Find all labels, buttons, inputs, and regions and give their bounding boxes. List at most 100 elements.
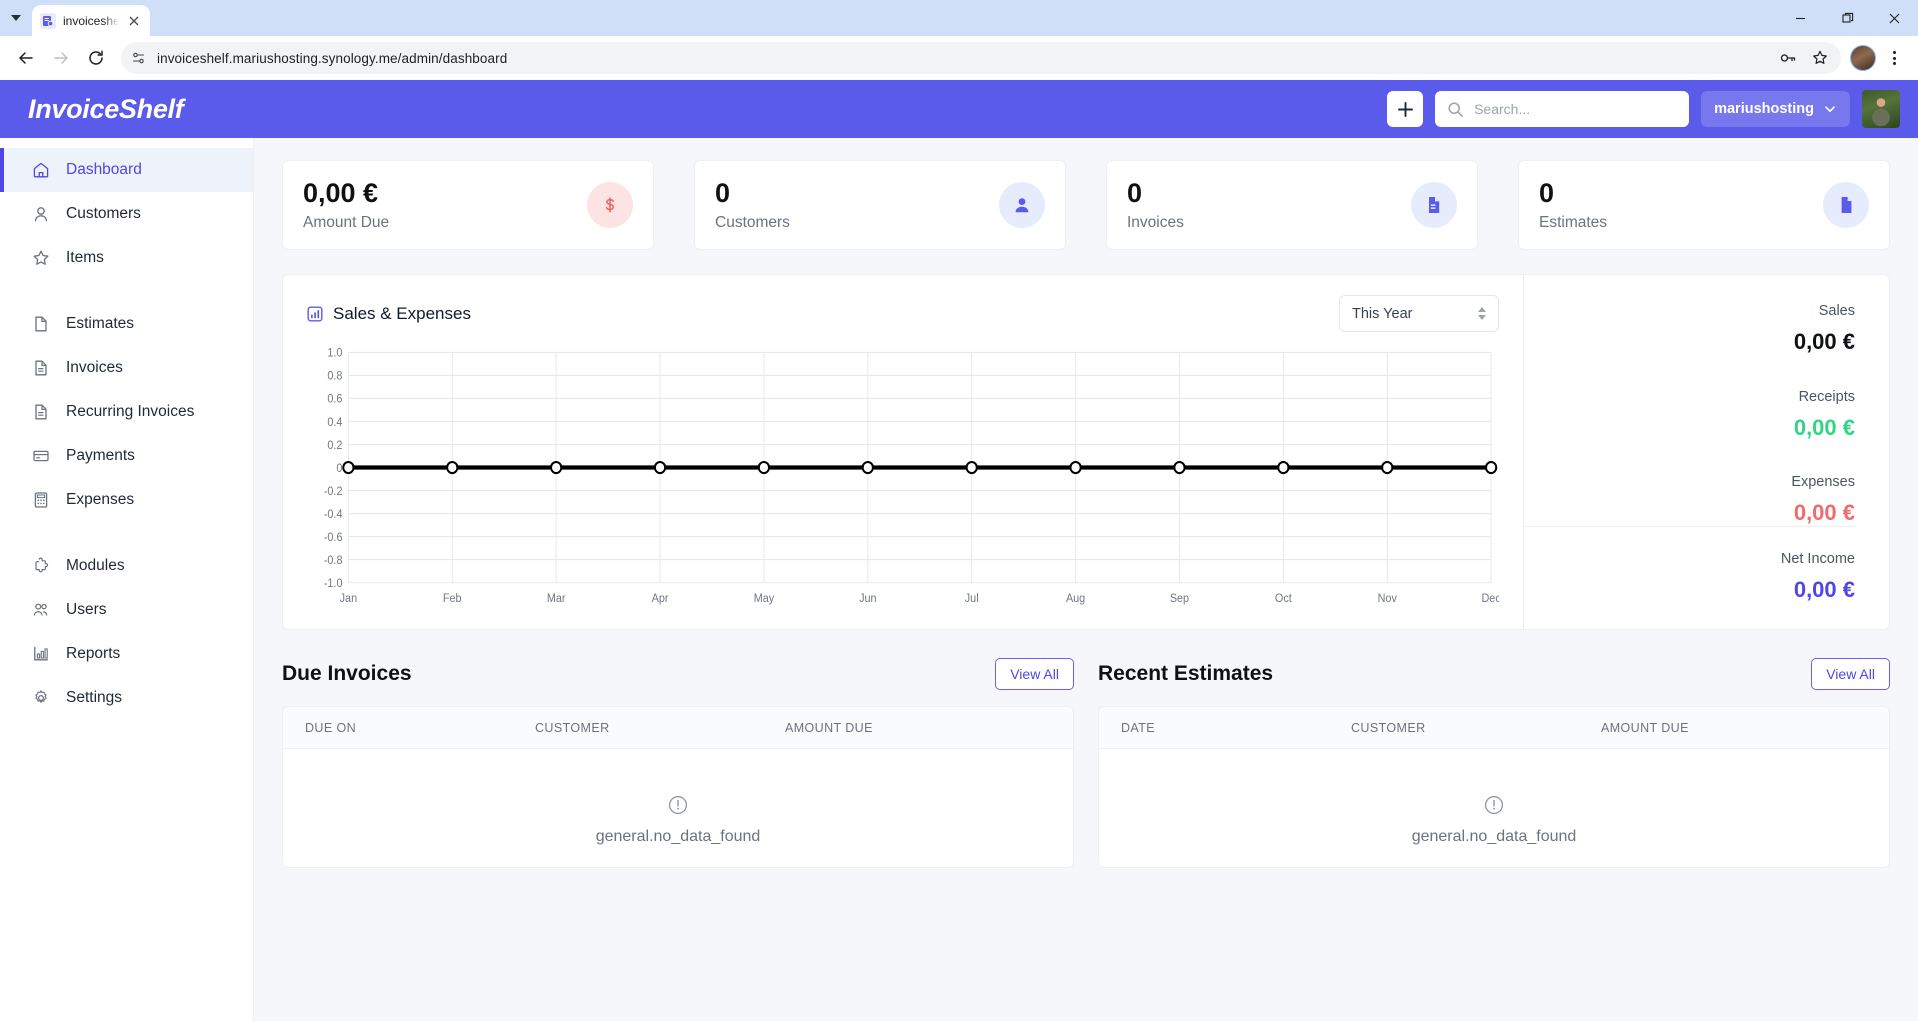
sidebar-item-label: Payments [66,447,135,465]
invoice-icon [1411,182,1457,228]
sidebar-item-modules[interactable]: Modules [0,544,253,588]
sidebar-item-recurring-invoices[interactable]: Recurring Invoices [0,390,253,434]
sidebar-item-estimates[interactable]: Estimates [0,302,253,346]
key-icon[interactable] [1779,49,1797,67]
period-select[interactable]: This Year [1339,295,1499,332]
table-header: DUE ON CUSTOMER AMOUNT DUE [283,707,1073,749]
tab-title: invoiceshelf [63,14,119,28]
sidebar-item-label: Recurring Invoices [66,403,194,421]
sidebar-item-label: Reports [66,645,120,663]
stat-card-estimates[interactable]: 0 Estimates [1518,160,1890,250]
browser-tab[interactable]: invoiceshelf [32,5,150,36]
forward-arrow-icon[interactable] [45,42,77,74]
browser-toolbar: invoiceshelf.mariushosting.synology.me/a… [0,36,1918,80]
sidebar-item-users[interactable]: Users [0,588,253,632]
bar-chart-icon [307,306,323,322]
reload-icon[interactable] [80,42,112,74]
stat-card-invoices[interactable]: 0 Invoices [1106,160,1478,250]
close-icon[interactable] [1871,0,1918,36]
dashboard-main: 0,00 € Amount Due 0 Customers [254,138,1918,1021]
sidebar-item-settings[interactable]: Settings [0,676,253,720]
sidebar-group-main: Dashboard Customers Items [0,148,253,302]
due-invoices-section: Due Invoices View All DUE ON CUSTOMER AM… [282,656,1074,868]
minimize-icon[interactable] [1777,0,1824,36]
chart-summary: Sales 0,00 € Receipts 0,00 € Expenses 0,… [1523,275,1889,629]
recent-estimates-section: Recent Estimates View All DATE CUSTOMER … [1098,656,1890,868]
profile-avatar[interactable] [1850,45,1876,71]
empty-state: general.no_data_found [1099,749,1889,867]
section-title: Recent Estimates [1098,662,1273,686]
stat-label: Amount Due [303,214,389,232]
column-header: DUE ON [305,721,535,735]
due-invoices-table: DUE ON CUSTOMER AMOUNT DUE general.no_da… [282,706,1074,868]
document-icon [31,315,50,334]
summary-value: 0,00 € [1524,415,1855,441]
chart-svg [307,346,1499,619]
sidebar-item-customers[interactable]: Customers [0,192,253,236]
stat-label: Estimates [1539,214,1607,232]
stat-label: Invoices [1127,214,1184,232]
star-icon[interactable] [1811,49,1829,67]
user-icon [999,182,1045,228]
summary-sales: Sales 0,00 € [1524,289,1855,355]
back-arrow-icon[interactable] [10,42,42,74]
add-new-button[interactable] [1387,91,1423,127]
search-input[interactable] [1474,101,1677,117]
sidebar-item-label: Customers [66,205,141,223]
column-header: DATE [1121,721,1351,735]
browser-tabstrip: invoiceshelf [0,0,1918,36]
user-avatar[interactable] [1862,90,1900,128]
invoice-icon [31,359,50,378]
sidebar-item-label: Items [66,249,104,267]
gear-icon [31,689,50,708]
summary-net-income: Net Income 0,00 € [1524,526,1855,629]
sidebar-item-reports[interactable]: Reports [0,632,253,676]
empty-state-text: general.no_data_found [596,828,761,846]
sidebar-item-label: Expenses [66,491,134,509]
empty-state: general.no_data_found [283,749,1073,867]
user-menu-button[interactable]: mariushosting [1701,91,1850,127]
summary-value: 0,00 € [1524,329,1855,355]
exclamation-circle-icon [667,794,689,816]
summary-expenses: Expenses 0,00 € [1524,460,1855,526]
bar-chart-icon [31,645,50,664]
column-header: AMOUNT DUE [785,721,1073,735]
calculator-icon [31,491,50,510]
url-text: invoiceshelf.mariushosting.synology.me/a… [157,51,1769,66]
app-logo[interactable]: InvoiceShelf [28,94,183,125]
close-icon[interactable] [126,13,142,29]
sidebar-item-expenses[interactable]: Expenses [0,478,253,522]
sidebar-item-label: Invoices [66,359,123,377]
sidebar-item-payments[interactable]: Payments [0,434,253,478]
user-icon [31,205,50,224]
kebab-menu-icon[interactable] [1880,44,1908,72]
column-header: CUSTOMER [535,721,785,735]
summary-label: Expenses [1524,474,1855,490]
invoiceshelf-app: InvoiceShelf mariushosting [0,80,1918,1021]
puzzle-icon [31,557,50,576]
sidebar-item-label: Modules [66,557,125,575]
chevron-down-icon [11,15,21,21]
site-settings-icon[interactable] [131,50,147,66]
invoiceshelf-favicon [40,13,56,29]
maximize-icon[interactable] [1824,0,1871,36]
search-box[interactable] [1435,91,1689,127]
view-all-button[interactable]: View All [995,658,1074,690]
app-header: InvoiceShelf mariushosting [0,80,1918,138]
summary-label: Sales [1524,303,1855,319]
empty-state-text: general.no_data_found [1412,828,1577,846]
window-controls [1777,0,1918,36]
column-header: AMOUNT DUE [1601,721,1889,735]
sidebar-item-label: Users [66,601,106,619]
tab-search-button[interactable] [0,0,32,36]
sales-expenses-chart[interactable]: 1.00.80.60.40.20-0.2-0.4-0.6-0.8-1.0 Jan… [307,346,1499,619]
stat-card-customers[interactable]: 0 Customers [694,160,1066,250]
dollar-icon [587,182,633,228]
stat-card-amount-due[interactable]: 0,00 € Amount Due [282,160,654,250]
sidebar-item-invoices[interactable]: Invoices [0,346,253,390]
sidebar-item-dashboard[interactable]: Dashboard [0,148,253,192]
stat-label: Customers [715,214,790,232]
view-all-button[interactable]: View All [1811,658,1890,690]
address-bar[interactable]: invoiceshelf.mariushosting.synology.me/a… [121,42,1841,74]
sidebar-item-items[interactable]: Items [0,236,253,280]
